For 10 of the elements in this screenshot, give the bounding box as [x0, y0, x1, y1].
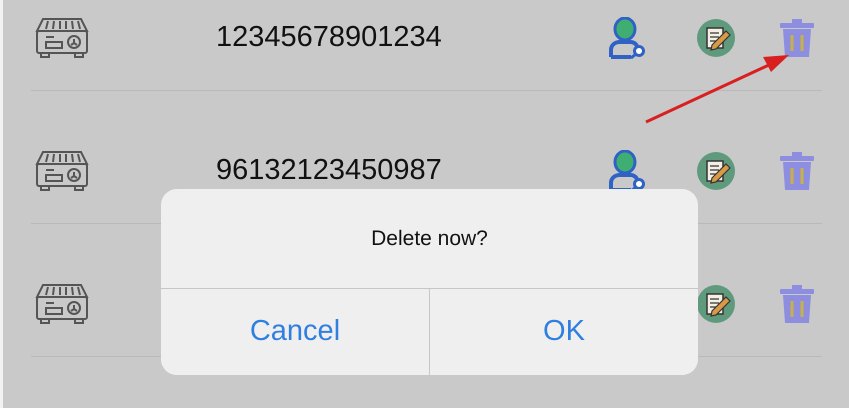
trash-icon[interactable] — [778, 284, 816, 324]
device-number: 96132123450987 — [216, 152, 443, 188]
trash-icon[interactable] — [778, 150, 816, 190]
edit-icon — [696, 150, 736, 190]
dialog-message: Delete now? — [371, 226, 488, 252]
device-number: 12345678901234 — [216, 20, 443, 55]
edit-icon — [696, 18, 736, 58]
trash-icon[interactable] — [778, 18, 816, 58]
edit-icon — [696, 284, 736, 324]
dialog-button[interactable]: OK — [429, 289, 698, 375]
